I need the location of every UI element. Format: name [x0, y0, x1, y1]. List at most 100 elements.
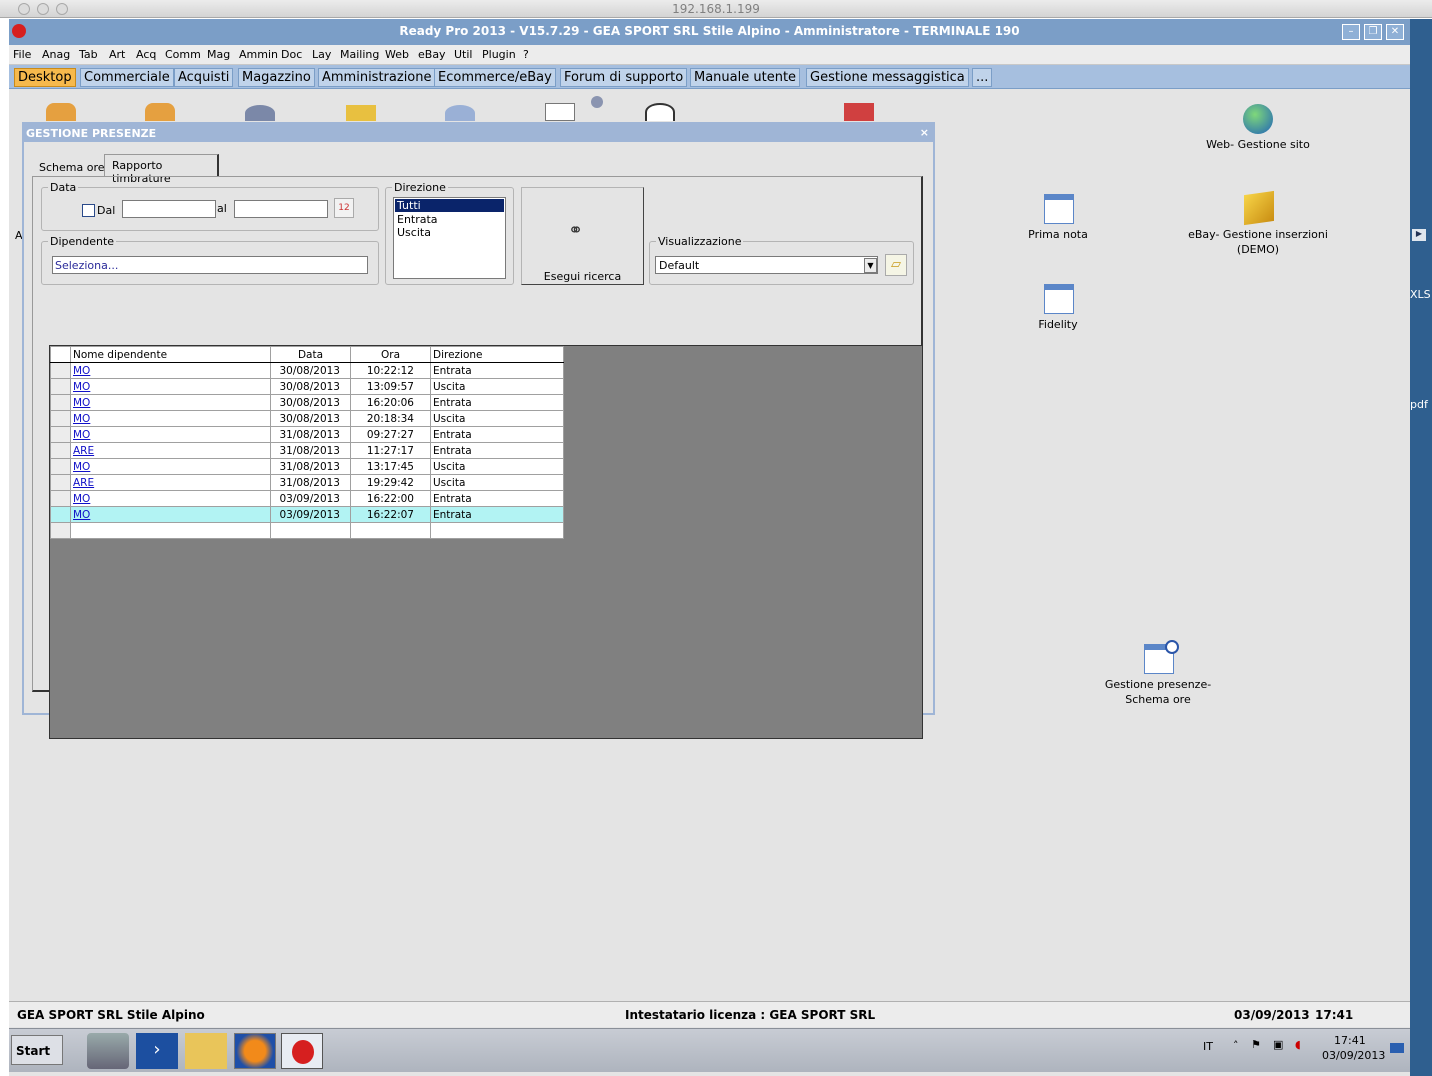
menu-anag[interactable]: Anag — [42, 48, 70, 61]
close-button[interactable]: ✕ — [1386, 24, 1404, 40]
table-row[interactable]: MO 31/08/2013 09:27:27 Entrata — [50, 426, 564, 443]
row-selector[interactable] — [50, 474, 71, 491]
direzione-listbox[interactable]: Tutti Entrata Uscita — [393, 197, 506, 279]
menu-comm[interactable]: Comm — [165, 48, 201, 61]
arrows-icon[interactable] — [844, 103, 874, 121]
readypro-taskbar-button[interactable] — [281, 1033, 323, 1069]
row-selector[interactable] — [50, 378, 71, 395]
column-header-ora[interactable]: Ora — [350, 346, 431, 363]
users-icon[interactable] — [46, 103, 76, 121]
menu-file[interactable]: File — [13, 48, 31, 61]
firefox-icon[interactable] — [234, 1033, 276, 1069]
row-selector[interactable] — [50, 522, 71, 539]
language-indicator[interactable]: IT — [1203, 1040, 1213, 1053]
employee-link[interactable]: MO — [73, 429, 90, 441]
employee-link[interactable]: ARE — [73, 445, 94, 457]
chevron-up-icon[interactable]: ˄ — [1233, 1039, 1239, 1052]
calendar-icon[interactable] — [1044, 194, 1074, 224]
web-gestione-sito-label[interactable]: Web- Gestione sito — [1188, 137, 1328, 152]
tab-gestione-messaggistica[interactable]: Gestione messaggistica — [806, 68, 969, 87]
menu-tab[interactable]: Tab — [79, 48, 98, 61]
clock-calendar-icon[interactable] — [1144, 640, 1179, 674]
table-row-empty[interactable] — [50, 522, 564, 539]
menu-help[interactable]: ? — [523, 48, 529, 61]
users-icon[interactable] — [145, 103, 175, 121]
table-row[interactable]: ARE 31/08/2013 11:27:17 Entrata — [50, 442, 564, 459]
employee-link[interactable]: MO — [73, 509, 90, 521]
tab-amministrazione[interactable]: Amministrazione — [318, 68, 436, 87]
table-row[interactable]: MO 30/08/2013 20:18:34 Uscita — [50, 410, 564, 427]
menu-mag[interactable]: Mag — [207, 48, 230, 61]
globe-icon[interactable] — [1243, 104, 1273, 134]
show-desktop-icon[interactable] — [1390, 1043, 1404, 1053]
grid-icon[interactable] — [545, 103, 575, 121]
table-row[interactable]: MO 30/08/2013 16:20:06 Entrata — [50, 394, 564, 411]
table-row[interactable]: MO 31/08/2013 13:17:45 Uscita — [50, 458, 564, 475]
fidelity-label[interactable]: Fidelity — [988, 317, 1128, 332]
gear-icon[interactable] — [591, 96, 603, 108]
row-selector[interactable] — [50, 410, 71, 427]
direzione-option-uscita[interactable]: Uscita — [395, 226, 504, 239]
employee-link[interactable]: ARE — [73, 477, 94, 489]
tab-desktop[interactable]: Desktop — [14, 68, 76, 87]
column-header-direzione[interactable]: Direzione — [430, 346, 564, 363]
table-row[interactable]: MO 30/08/2013 10:22:12 Entrata — [50, 362, 564, 379]
clock-icon[interactable] — [645, 103, 675, 121]
column-header-data[interactable]: Data — [270, 346, 351, 363]
menu-art[interactable]: Art — [109, 48, 125, 61]
menu-plugin[interactable]: Plugin — [482, 48, 516, 61]
row-selector[interactable] — [50, 490, 71, 507]
empty-cell[interactable] — [270, 522, 351, 539]
visualizzazione-select[interactable]: Default — [655, 256, 878, 274]
flag-icon[interactable]: ⚑ — [1251, 1038, 1261, 1051]
tab-magazzino[interactable]: Magazzino — [238, 68, 315, 87]
menu-util[interactable]: Util — [454, 48, 472, 61]
ebay-gestione-inserzioni-label[interactable]: eBay- Gestione inserzioni (DEMO) — [1188, 227, 1328, 257]
menu-web[interactable]: Web — [385, 48, 409, 61]
column-header-nome-dipendente[interactable]: Nome dipendente — [70, 346, 271, 363]
cube-icon[interactable] — [1244, 190, 1274, 226]
direzione-option-tutti[interactable]: Tutti — [395, 199, 504, 212]
clock-date[interactable]: 03/09/2013 — [1322, 1049, 1385, 1062]
tab-ecommerce-ebay[interactable]: Ecommerce/eBay — [434, 68, 556, 87]
menu-mailing[interactable]: Mailing — [340, 48, 379, 61]
empty-cell[interactable] — [70, 522, 271, 539]
folder-icon[interactable]: ▱ — [885, 254, 907, 276]
menu-ammin[interactable]: Ammin — [239, 48, 278, 61]
menu-ebay[interactable]: eBay — [418, 48, 446, 61]
dal-checkbox[interactable] — [82, 204, 95, 217]
dipendente-select[interactable]: Seleziona... — [52, 256, 368, 274]
menu-lay[interactable]: Lay — [312, 48, 331, 61]
esegui-ricerca-button[interactable]: ⚭ Esegui ricerca — [521, 187, 644, 285]
employee-link[interactable]: MO — [73, 397, 90, 409]
folder-icon[interactable] — [346, 105, 376, 121]
restore-button[interactable]: ❐ — [1364, 24, 1382, 40]
table-row[interactable]: ARE 31/08/2013 19:29:42 Uscita — [50, 474, 564, 491]
speaker-muted-icon[interactable]: ◖ — [1295, 1038, 1301, 1051]
network-icon[interactable]: ▣ — [1273, 1038, 1283, 1051]
row-selector[interactable] — [50, 362, 71, 379]
row-selector[interactable] — [50, 458, 71, 475]
dialog-close-button[interactable]: × — [920, 126, 929, 139]
minimize-button[interactable]: – — [1342, 24, 1360, 40]
row-selector[interactable] — [50, 426, 71, 443]
server-manager-icon[interactable] — [87, 1033, 129, 1069]
employee-link[interactable]: MO — [73, 413, 90, 425]
clock-time[interactable]: 17:41 — [1334, 1034, 1366, 1047]
prima-nota-label[interactable]: Prima nota — [988, 227, 1128, 242]
row-selector[interactable] — [50, 442, 71, 459]
powershell-icon[interactable]: › — [136, 1033, 178, 1069]
calendar-icon[interactable] — [1044, 284, 1074, 314]
table-row[interactable]: MO 30/08/2013 13:09:57 Uscita — [50, 378, 564, 395]
employee-link[interactable]: MO — [73, 381, 90, 393]
dal-date-input[interactable] — [122, 200, 216, 218]
gauge-icon[interactable] — [245, 105, 275, 121]
calendar-picker-icon[interactable]: 12 — [334, 198, 354, 218]
tab-acquisti[interactable]: Acquisti — [174, 68, 234, 87]
start-button[interactable]: Start — [11, 1035, 63, 1065]
chevron-down-icon[interactable]: ▼ — [864, 258, 877, 273]
subtab-rapporto-timbrature[interactable]: Rapporto timbrature — [104, 154, 219, 185]
table-row[interactable]: MO 03/09/2013 16:22:07 Entrata — [50, 506, 564, 523]
tab-more[interactable]: ... — [972, 68, 993, 87]
gestione-presenze-label[interactable]: Gestione presenze- Schema ore — [1088, 677, 1228, 707]
